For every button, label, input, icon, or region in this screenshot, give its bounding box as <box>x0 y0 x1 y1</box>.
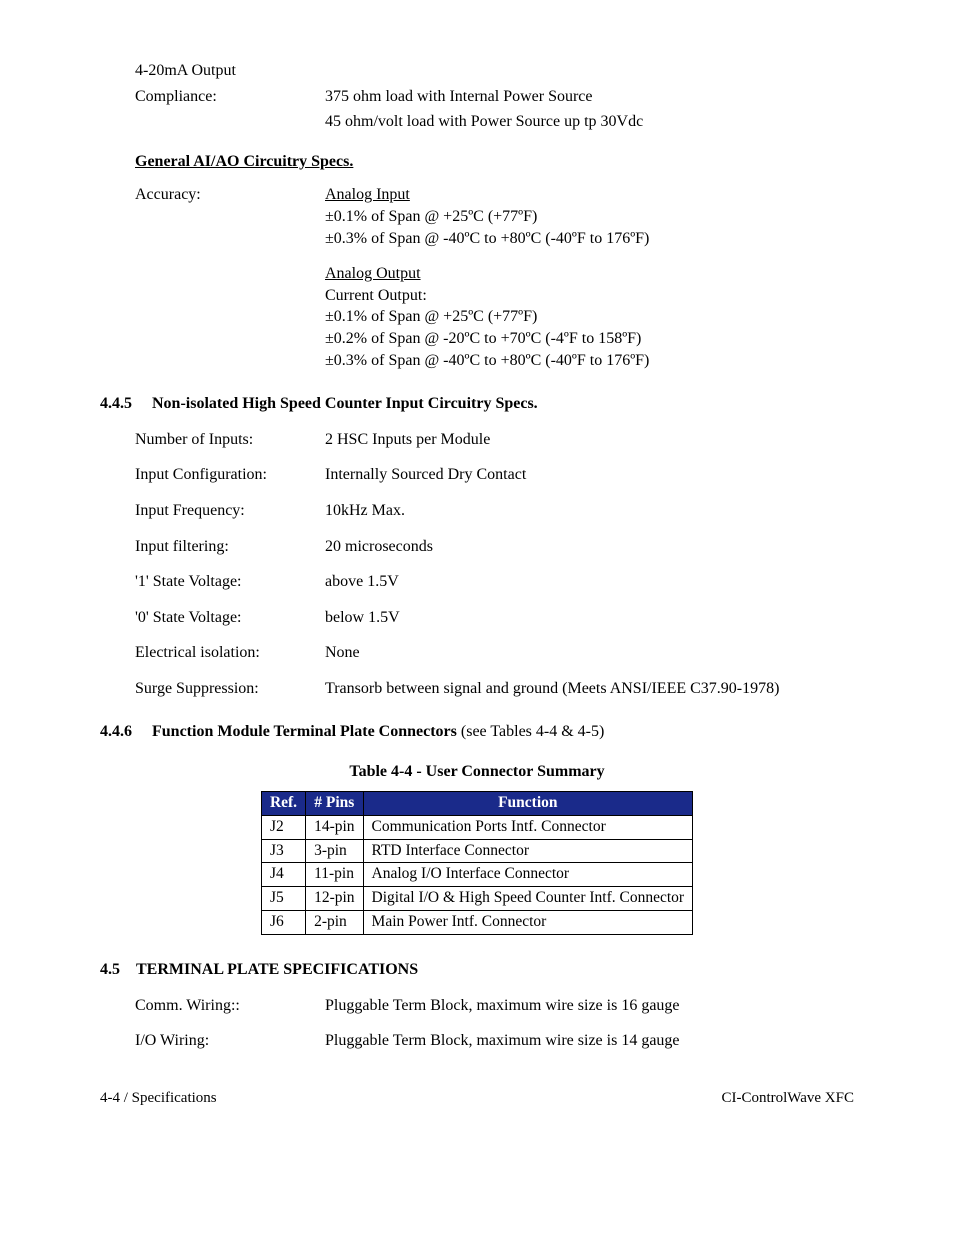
spec-label: Number of Inputs: <box>100 429 325 451</box>
analog-output-title: Analog Output <box>325 265 421 282</box>
spec-value: Internally Sourced Dry Contact <box>325 464 854 486</box>
section-45-heading: 4.5TERMINAL PLATE SPECIFICATIONS <box>100 959 854 981</box>
spec-value: below 1.5V <box>325 607 854 629</box>
spec-row: I/O Wiring:Pluggable Term Block, maximum… <box>100 1030 854 1052</box>
table-row: J411-pinAnalog I/O Interface Connector <box>261 863 692 887</box>
spec-value: Pluggable Term Block, maximum wire size … <box>325 995 854 1017</box>
spec-label: Input filtering: <box>100 536 325 558</box>
table-header: Ref. <box>261 791 305 815</box>
page-footer: 4-4 / Specifications CI-ControlWave XFC <box>100 1088 854 1108</box>
accuracy-row: Accuracy: Analog Input ±0.1% of Span @ +… <box>100 184 854 371</box>
table-row: J33-pinRTD Interface Connector <box>261 839 692 863</box>
spec-row: Comm. Wiring::Pluggable Term Block, maxi… <box>100 995 854 1017</box>
connector-table: Ref.# PinsFunction J214-pinCommunication… <box>261 791 693 936</box>
section-446-num: 4.4.6 <box>100 721 152 743</box>
table-cell: J5 <box>261 887 305 911</box>
section-446-heading: 4.4.6Function Module Terminal Plate Conn… <box>100 721 854 743</box>
spec-row: '0' State Voltage:below 1.5V <box>100 607 854 629</box>
analog-input-title: Analog Input <box>325 186 410 203</box>
spec-value: 20 microseconds <box>325 536 854 558</box>
section-446-note: (see Tables 4-4 & 4-5) <box>457 723 604 740</box>
ai-line2: ±0.3% of Span @ -40ºC to +80ºC (-40ºF to… <box>325 230 649 247</box>
table-cell: J4 <box>261 863 305 887</box>
spec-label: Input Configuration: <box>100 464 325 486</box>
output-label1: 4-20mA Output <box>100 60 325 82</box>
spec-label: Electrical isolation: <box>100 642 325 664</box>
spec-label: '0' State Voltage: <box>100 607 325 629</box>
ao-line3: ±0.3% of Span @ -40ºC to +80ºC (-40ºF to… <box>325 352 649 369</box>
table-caption: Table 4-4 - User Connector Summary <box>100 761 854 783</box>
table-header: Function <box>363 791 693 815</box>
output-value2: 45 ohm/volt load with Power Source up tp… <box>325 111 854 133</box>
spec-row: Input Frequency:10kHz Max. <box>100 500 854 522</box>
spec-value: Pluggable Term Block, maximum wire size … <box>325 1030 854 1052</box>
section-445-title: Non-isolated High Speed Counter Input Ci… <box>152 395 538 412</box>
spec-value: above 1.5V <box>325 571 854 593</box>
general-heading: General AI/AO Circuitry Specs. <box>100 151 854 173</box>
spec-label: Surge Suppression: <box>100 678 325 700</box>
table-cell: Communication Ports Intf. Connector <box>363 815 693 839</box>
table-cell: RTD Interface Connector <box>363 839 693 863</box>
table-cell: Digital I/O & High Speed Counter Intf. C… <box>363 887 693 911</box>
section-445-heading: 4.4.5Non-isolated High Speed Counter Inp… <box>100 393 854 415</box>
accuracy-label: Accuracy: <box>100 184 325 371</box>
table-cell: Main Power Intf. Connector <box>363 911 693 935</box>
footer-right: CI-ControlWave XFC <box>721 1088 854 1108</box>
spec-value: 2 HSC Inputs per Module <box>325 429 854 451</box>
spec-value: None <box>325 642 854 664</box>
table-cell: 11-pin <box>306 863 363 887</box>
section-446-title: Function Module Terminal Plate Connector… <box>152 723 457 740</box>
output-spec-line1: 4-20mA Output <box>100 60 854 82</box>
spec-row: Input Configuration:Internally Sourced D… <box>100 464 854 486</box>
output-spec-line3: 45 ohm/volt load with Power Source up tp… <box>100 111 854 133</box>
table-cell: 12-pin <box>306 887 363 911</box>
section-445-num: 4.4.5 <box>100 393 152 415</box>
table-cell: 2-pin <box>306 911 363 935</box>
spec-row: '1' State Voltage:above 1.5V <box>100 571 854 593</box>
ai-line1: ±0.1% of Span @ +25ºC (+77ºF) <box>325 208 537 225</box>
spec-row: Electrical isolation:None <box>100 642 854 664</box>
spec-row: Input filtering:20 microseconds <box>100 536 854 558</box>
spec-label: I/O Wiring: <box>100 1030 325 1052</box>
table-row: J512-pinDigital I/O & High Speed Counter… <box>261 887 692 911</box>
output-spec-line2: Compliance: 375 ohm load with Internal P… <box>100 86 854 108</box>
spec-row: Number of Inputs:2 HSC Inputs per Module <box>100 429 854 451</box>
section-45-num: 4.5 <box>100 959 136 981</box>
table-cell: 14-pin <box>306 815 363 839</box>
ao-sub: Current Output: <box>325 287 427 304</box>
output-value1: 375 ohm load with Internal Power Source <box>325 86 854 108</box>
output-label2: Compliance: <box>100 86 325 108</box>
table-cell: Analog I/O Interface Connector <box>363 863 693 887</box>
ao-line2: ±0.2% of Span @ -20ºC to +70ºC (-4ºF to … <box>325 330 641 347</box>
spec-label: '1' State Voltage: <box>100 571 325 593</box>
table-row: J214-pinCommunication Ports Intf. Connec… <box>261 815 692 839</box>
table-cell: J6 <box>261 911 305 935</box>
table-cell: 3-pin <box>306 839 363 863</box>
footer-left: 4-4 / Specifications <box>100 1088 217 1108</box>
spec-label: Input Frequency: <box>100 500 325 522</box>
table-row: J62-pinMain Power Intf. Connector <box>261 911 692 935</box>
table-cell: J3 <box>261 839 305 863</box>
spec-label: Comm. Wiring:: <box>100 995 325 1017</box>
ao-line1: ±0.1% of Span @ +25ºC (+77ºF) <box>325 308 537 325</box>
spec-value: Transorb between signal and ground (Meet… <box>325 678 854 700</box>
table-cell: J2 <box>261 815 305 839</box>
table-header: # Pins <box>306 791 363 815</box>
spec-value: 10kHz Max. <box>325 500 854 522</box>
section-45-title: TERMINAL PLATE SPECIFICATIONS <box>136 961 418 978</box>
spec-row: Surge Suppression:Transorb between signa… <box>100 678 854 700</box>
